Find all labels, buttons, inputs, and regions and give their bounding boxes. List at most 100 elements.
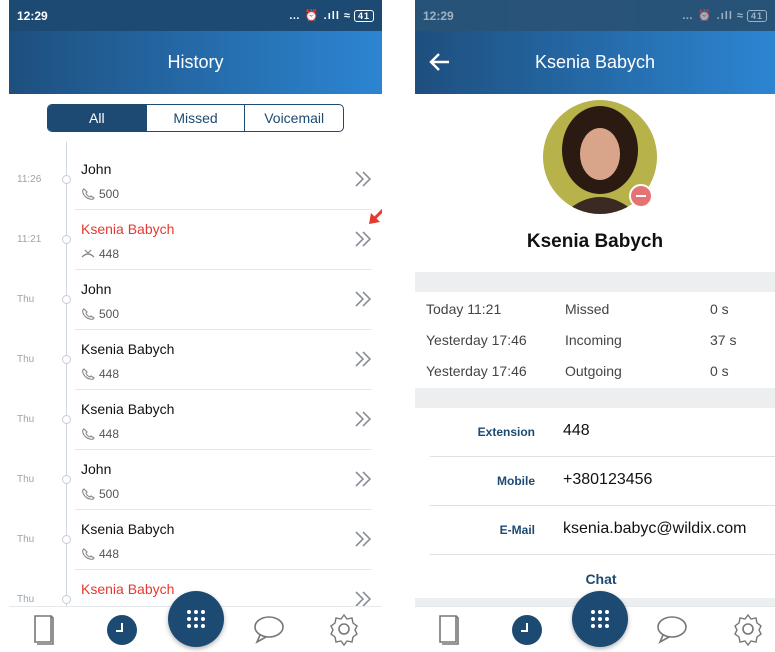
timeline-dot [62, 295, 71, 304]
call-time: Thu [17, 294, 35, 305]
row-separator [430, 554, 775, 555]
app-bar: History [9, 31, 382, 94]
missed-call-icon [81, 249, 95, 258]
battery-icon: 41 [746, 10, 767, 22]
contact-detail-row[interactable]: Mobile +380123456 [415, 457, 775, 506]
caller-number: 448 [99, 367, 120, 381]
avatar-container [543, 100, 657, 214]
caller-name: John [81, 281, 112, 297]
history-clock-icon[interactable] [105, 612, 139, 646]
detail-value[interactable]: 448 [563, 422, 590, 440]
app-bar: Ksenia Babych [415, 31, 775, 94]
history-screen: 12:29 … ⏰ .ıll ≈41 History All Missed Vo… [9, 0, 382, 652]
filter-tabs: All Missed Voicemail [47, 104, 344, 132]
status-icons: … ⏰ .ıll ≈41 [682, 9, 767, 22]
status-time: 12:29 [423, 8, 454, 23]
contacts-book-icon[interactable] [27, 612, 61, 646]
history-row[interactable]: Thu Ksenia Babych 448 [9, 330, 382, 390]
caller-number-wrap: 448 [81, 367, 119, 381]
history-row[interactable]: Thu John 500 [9, 270, 382, 330]
divider [415, 388, 775, 408]
caller-number-wrap: 500 [81, 187, 119, 201]
call-type: Missed [565, 301, 610, 317]
detail-value[interactable]: ksenia.babyc@wildix.com [563, 520, 746, 538]
dialpad-icon [591, 610, 609, 628]
chevron-right-icon[interactable] [353, 169, 373, 189]
history-row[interactable]: 11:26 John 500 [9, 150, 382, 210]
timeline-dot [62, 355, 71, 364]
chevron-right-icon[interactable] [353, 409, 373, 429]
chat-button[interactable]: Chat [415, 571, 775, 587]
settings-gear-icon[interactable] [327, 612, 361, 646]
history-row[interactable]: Thu John 500 [9, 450, 382, 510]
call-time: Thu [17, 474, 35, 485]
call-icon [82, 308, 95, 320]
call-icon [82, 368, 95, 380]
dialpad-button[interactable] [168, 591, 224, 647]
detail-label: E-Mail [499, 523, 535, 537]
call-time: 11:26 [17, 174, 42, 185]
caller-number-wrap: 448 [81, 247, 119, 261]
settings-gear-icon[interactable] [731, 612, 765, 646]
tab-all[interactable]: All [48, 105, 146, 131]
bottom-nav [415, 591, 775, 652]
call-time: Thu [17, 414, 35, 425]
call-time: Thu [17, 534, 35, 545]
caller-name: Ksenia Babych [81, 581, 175, 597]
chevron-right-icon[interactable] [353, 229, 373, 249]
timeline-dot [62, 595, 71, 604]
chevron-right-icon[interactable] [353, 289, 373, 309]
history-row[interactable]: Thu Ksenia Babych 448 [9, 510, 382, 570]
call-type: Incoming [565, 332, 622, 348]
caller-number-wrap: 500 [81, 487, 119, 501]
call-duration: 0 s [710, 363, 729, 379]
caller-name: John [81, 161, 112, 177]
call-time: Thu [17, 354, 35, 365]
timeline-dot [62, 475, 71, 484]
tab-voicemail[interactable]: Voicemail [244, 105, 343, 131]
history-row[interactable]: Thu Ksenia Babych 448 [9, 390, 382, 450]
history-row[interactable]: 11:21 Ksenia Babych 448 [9, 210, 382, 270]
chat-bubble-icon[interactable] [252, 612, 286, 646]
timeline-dot [62, 535, 71, 544]
chevron-right-icon[interactable] [353, 469, 373, 489]
page-title: History [167, 52, 224, 72]
call-when: Yesterday 17:46 [426, 332, 527, 348]
caller-number: 448 [99, 247, 120, 261]
call-icon [82, 548, 95, 560]
status-time: 12:29 [17, 8, 48, 23]
caller-name: Ksenia Babych [81, 341, 175, 357]
call-log-row: Yesterday 17:46 Incoming 37 s [415, 325, 775, 356]
presence-busy-icon [629, 184, 653, 208]
detail-value[interactable]: +380123456 [563, 471, 652, 489]
contact-detail-row[interactable]: Extension 448 [415, 408, 775, 457]
contact-detail-row[interactable]: E-Mail ksenia.babyc@wildix.com [415, 506, 775, 555]
chevron-right-icon[interactable] [353, 349, 373, 369]
caller-number: 448 [99, 427, 120, 441]
caller-number: 500 [99, 487, 120, 501]
back-arrow-icon[interactable] [427, 49, 453, 75]
chevron-right-icon[interactable] [353, 529, 373, 549]
status-bar: 12:29 … ⏰ .ıll ≈41 [9, 0, 382, 31]
chat-bubble-icon[interactable] [655, 612, 689, 646]
divider [415, 272, 775, 292]
call-duration: 0 s [710, 301, 729, 317]
caller-number: 448 [99, 547, 120, 561]
call-time: 11:21 [17, 234, 42, 245]
annotation-arrow-icon [369, 208, 382, 224]
call-icon [82, 428, 95, 440]
detail-label: Extension [477, 425, 535, 439]
timeline-dot [62, 235, 71, 244]
status-icons-text: … ⏰ .ıll ≈ [681, 10, 744, 22]
call-log-row: Today 11:21 Missed 0 s [415, 294, 775, 325]
status-bar: 12:29 … ⏰ .ıll ≈41 [415, 0, 775, 31]
caller-name: John [81, 461, 112, 477]
dialpad-button[interactable] [572, 591, 628, 647]
call-time: Thu [17, 594, 35, 605]
caller-number-wrap: 500 [81, 307, 119, 321]
caller-number: 500 [99, 187, 120, 201]
history-clock-icon[interactable] [510, 612, 544, 646]
battery-icon: 41 [353, 10, 374, 22]
contacts-book-icon[interactable] [432, 612, 466, 646]
tab-missed[interactable]: Missed [145, 105, 245, 131]
